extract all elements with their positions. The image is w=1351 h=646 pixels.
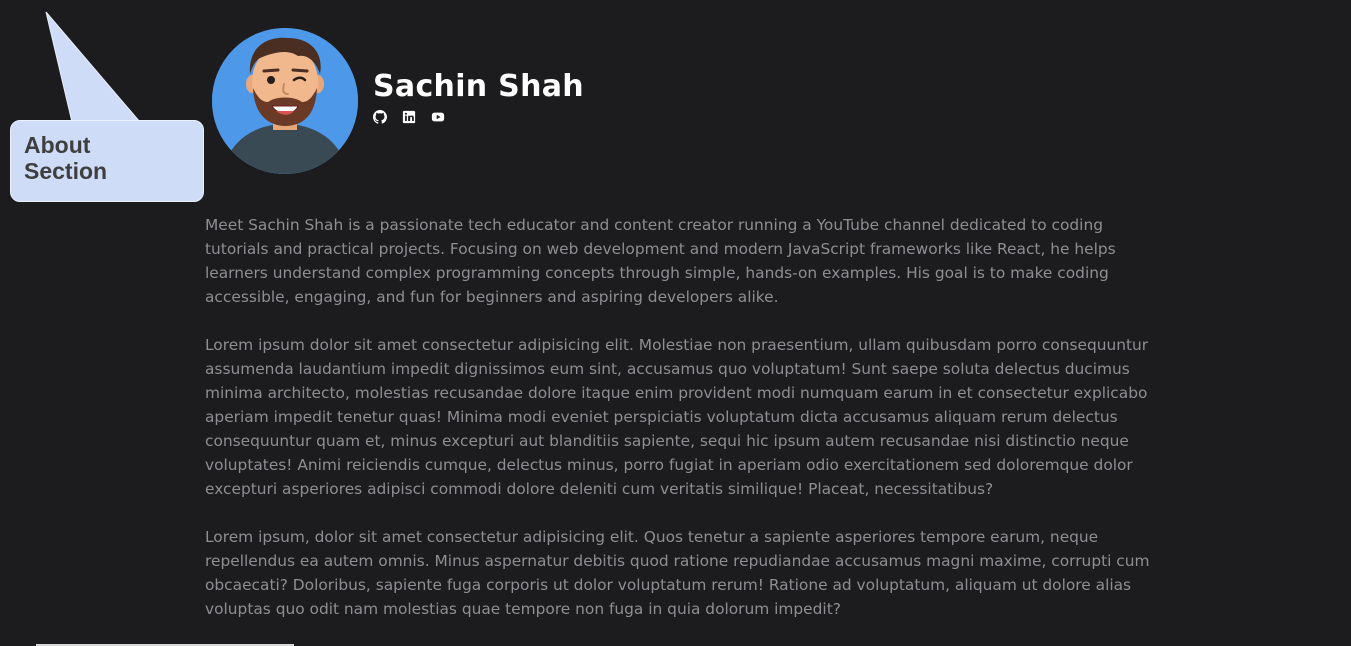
page: About Section Sachin Shah Meet Sachin Sh…	[0, 0, 1351, 646]
profile-name: Sachin Shah	[373, 69, 584, 104]
about-section: Meet Sachin Shah is a passionate tech ed…	[205, 213, 1150, 645]
youtube-icon[interactable]	[431, 110, 445, 124]
github-icon[interactable]	[373, 110, 387, 124]
linkedin-icon[interactable]	[402, 110, 416, 124]
about-paragraph-intro: Meet Sachin Shah is a passionate tech ed…	[205, 216, 1116, 306]
about-paragraph-2: Lorem ipsum dolor sit amet consectetur a…	[205, 336, 1149, 498]
social-links	[373, 110, 445, 124]
avatar-illustration	[212, 28, 358, 174]
avatar	[212, 28, 358, 174]
callout-label: About Section	[24, 132, 108, 184]
about-paragraph-3: Lorem ipsum, dolor sit amet consectetur …	[205, 528, 1150, 618]
about-section-callout: About Section	[10, 120, 204, 202]
